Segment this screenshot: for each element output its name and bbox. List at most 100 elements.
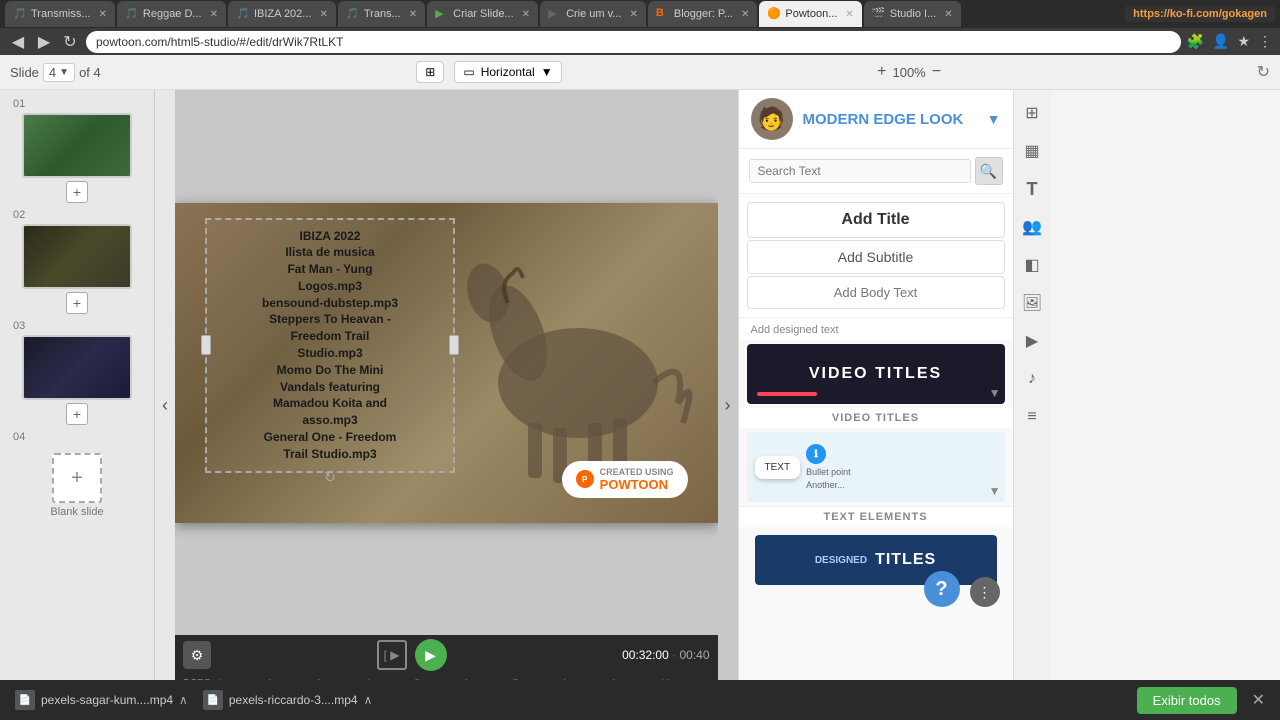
tab-trans[interactable]: 🎵 Trans... ✕ [338, 1, 425, 27]
tab-close-2[interactable]: ✕ [210, 9, 218, 20]
slide-thumb-bg-1 [24, 115, 130, 176]
tab-transmiss[interactable]: 🎵 Transmiss... ✕ [5, 1, 115, 27]
more-options-button[interactable]: ⋮ [970, 577, 1000, 607]
slide-num-label-3: 03 [13, 320, 25, 332]
reload-button[interactable]: ↻ [60, 32, 80, 52]
sidebar-image-icon[interactable]: 🖼 [1017, 288, 1047, 318]
settings-button[interactable]: ⚙ [183, 641, 211, 669]
step-back-button[interactable]: [ ▶ [377, 640, 407, 670]
forward-button[interactable]: ▶ [34, 32, 54, 52]
slide-thumb-1[interactable] [22, 113, 132, 178]
tab-close-8[interactable]: ✕ [845, 9, 853, 20]
play-button[interactable]: ▶ [415, 639, 447, 671]
view-grid-button[interactable]: ⊞ [416, 61, 444, 83]
add-title-button[interactable]: Add Title [747, 202, 1005, 238]
extensions-icon[interactable]: 🧩 [1187, 33, 1204, 50]
help-button[interactable]: ? [924, 571, 960, 607]
tab-close-7[interactable]: ✕ [741, 9, 749, 20]
slide-item-4[interactable]: 04 [8, 431, 146, 443]
tab-label-2: Reggae D... [143, 8, 202, 20]
right-panel-header: 🧑 MODERN EDGE LOOK ▼ [739, 90, 1013, 149]
text-overlay[interactable]: IBIZA 2022Ilista de musicaFat Man - Yung… [205, 218, 455, 473]
bookmark-icon[interactable]: ★ [1237, 33, 1250, 50]
address-bar[interactable]: powtoon.com/html5-studio/#/edit/drWik7Rt… [86, 31, 1181, 53]
tab-favicon-3: 🎵 [236, 7, 250, 21]
exibir-todos-button[interactable]: Exibir todos [1137, 687, 1237, 714]
back-button[interactable]: ◀ [8, 32, 28, 52]
tab-criar[interactable]: ▶ Criar Slide... ✕ [427, 1, 538, 27]
blank-slide-button[interactable]: + [52, 453, 102, 503]
tab-close-6[interactable]: ✕ [629, 9, 637, 20]
download-chevron-2[interactable]: ∧ [364, 693, 373, 707]
slide-add-btn-3[interactable]: + [66, 403, 88, 425]
avatar-icon: 🧑 [758, 106, 785, 132]
app: Slide 4 ▼ of 4 ⊞ ▭ Horizontal ▼ + 100% −… [0, 55, 1280, 720]
add-subtitle-button[interactable]: Add Subtitle [747, 240, 1005, 274]
slide-add-btn-1[interactable]: + [66, 181, 88, 203]
tab-favicon-7: B [656, 7, 670, 21]
rotate-handle[interactable]: ↻ [324, 469, 336, 486]
download-item-2: 📄 pexels-riccardo-3....mp4 ∧ [203, 690, 373, 710]
tab-label-7: Blogger: P... [674, 8, 733, 20]
text-elements-chevron: ▼ [989, 484, 1001, 498]
slide-thumb-3[interactable] [22, 335, 132, 400]
sidebar-music-icon[interactable]: ♪ [1017, 364, 1047, 394]
slide-add-btn-2[interactable]: + [66, 292, 88, 314]
tab-crie[interactable]: ▶ Crie um v... ✕ [540, 1, 646, 27]
add-body-text-button[interactable]: Add Body Text [747, 276, 1005, 309]
sidebar-shapes-icon[interactable]: ◧ [1017, 250, 1047, 280]
search-button[interactable]: 🔍 [975, 157, 1003, 185]
tab-powtoon[interactable]: 🟠 Powtoon... ✕ [759, 1, 861, 27]
nav-arrow-right[interactable]: › [718, 90, 738, 720]
slide-num-label-4: 04 [13, 431, 25, 443]
sidebar-video-icon[interactable]: ▶ [1017, 326, 1047, 356]
video-titles-chevron: ▼ [989, 386, 1001, 400]
zoom-out-button[interactable]: − [932, 63, 941, 81]
tab-close-4[interactable]: ✕ [409, 9, 417, 20]
tab-blogger[interactable]: B Blogger: P... ✕ [648, 1, 758, 27]
tab-favicon-2: 🎵 [125, 7, 139, 21]
tab-studio[interactable]: 🎬 Studio I... ✕ [864, 1, 961, 27]
tab-reggae[interactable]: 🎵 Reggae D... ✕ [117, 1, 226, 27]
nav-row: ◀ ▶ ↻ powtoon.com/html5-studio/#/edit/dr… [0, 28, 1280, 55]
tab-ibiza[interactable]: 🎵 IBIZA 202... ✕ [228, 1, 336, 27]
slide-text-content: IBIZA 2022Ilista de musicaFat Man - Yung… [215, 228, 445, 463]
sidebar-pattern-icon[interactable]: ▦ [1017, 136, 1047, 166]
orientation-label: Horizontal [481, 65, 535, 79]
nav-arrow-left[interactable]: ‹ [155, 90, 175, 720]
designed-titles-footer[interactable]: DESIGNED TITLES [755, 535, 997, 585]
tab-favicon-1: 🎵 [13, 7, 27, 21]
video-titles-preview[interactable]: VIDEO TITLES ▼ [747, 344, 1005, 404]
theme-dropdown-arrow[interactable]: ▼ [987, 111, 1001, 127]
sidebar-layers-icon[interactable]: ≡ [1017, 402, 1047, 432]
slide-num-box[interactable]: 4 ▼ [43, 63, 75, 82]
sidebar-grid-icon[interactable]: ⊞ [1017, 98, 1047, 128]
tab-close-1[interactable]: ✕ [99, 9, 107, 20]
zoom-in-button[interactable]: + [877, 63, 886, 81]
nav-icons: 🧩 👤 ★ ⋮ [1187, 33, 1272, 50]
close-download-button[interactable]: ✕ [1252, 690, 1265, 710]
resize-handle-left[interactable] [201, 335, 211, 355]
refresh-button[interactable]: ↻ [1257, 62, 1270, 82]
slide-canvas[interactable]: IBIZA 2022Ilista de musicaFat Man - Yung… [175, 203, 718, 523]
slide-thumb-2[interactable] [22, 224, 132, 289]
slide-item-2[interactable]: 02 + [8, 209, 146, 314]
slide-item-1[interactable]: 01 + [8, 98, 146, 203]
tab-close-5[interactable]: ✕ [522, 9, 530, 20]
grid-icon: ⊞ [425, 65, 435, 79]
download-chevron-1[interactable]: ∧ [179, 693, 188, 707]
search-input[interactable] [749, 159, 971, 183]
resize-handle-right[interactable] [449, 335, 459, 355]
sidebar-people-icon[interactable]: 👥 [1017, 212, 1047, 242]
orientation-button[interactable]: ▭ Horizontal ▼ [454, 61, 561, 83]
text-elements-preview[interactable]: TEXT ℹ Bullet point Another... ▼ [747, 432, 1005, 502]
sidebar-text-icon[interactable]: T [1017, 174, 1047, 204]
menu-icon[interactable]: ⋮ [1258, 33, 1272, 50]
profile-icon[interactable]: 👤 [1212, 33, 1229, 50]
tab-favicon-8: 🟠 [767, 7, 781, 21]
text-options: Add Title Add Subtitle Add Body Text [739, 194, 1013, 318]
slide-item-3[interactable]: 03 + [8, 320, 146, 425]
tab-close-9[interactable]: ✕ [944, 9, 952, 20]
tab-close-3[interactable]: ✕ [319, 9, 327, 20]
text-elements-section-label: TEXT ELEMENTS [739, 506, 1013, 527]
